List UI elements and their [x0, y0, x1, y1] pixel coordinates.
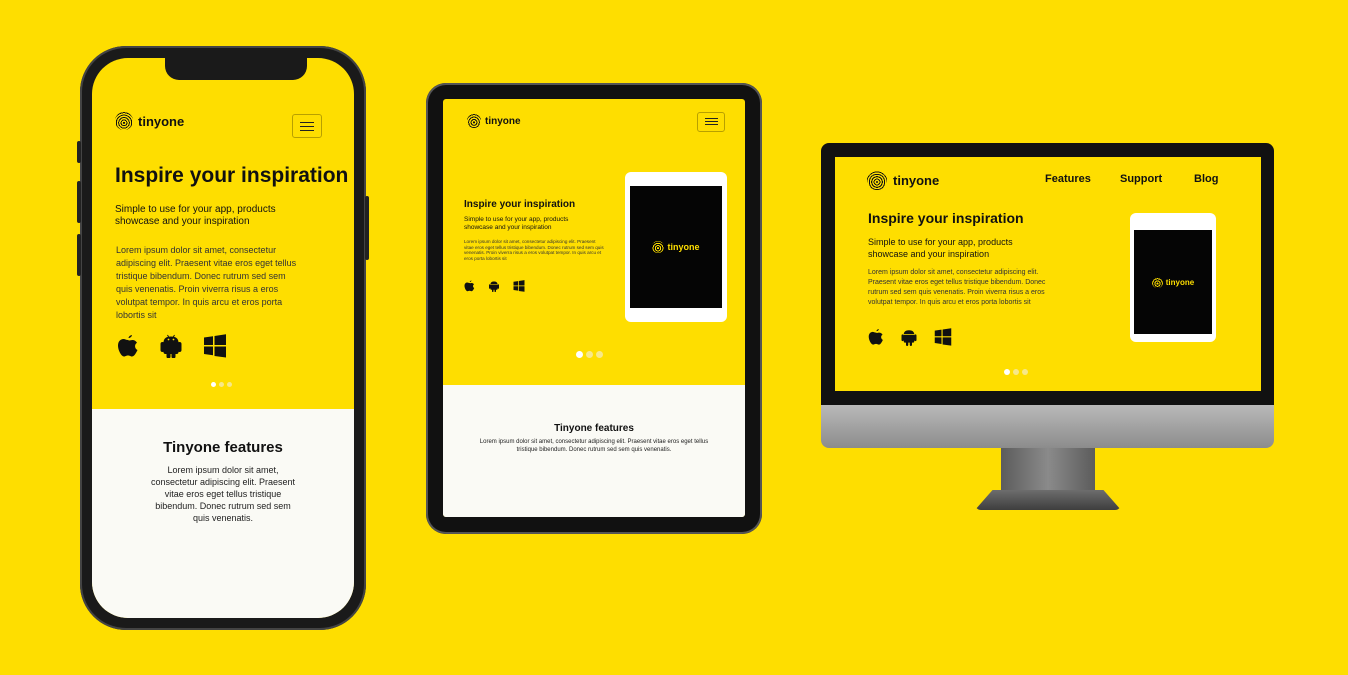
brand-name: tinyone — [138, 113, 185, 129]
carousel-dot[interactable] — [219, 382, 224, 387]
carousel-dot[interactable] — [596, 351, 603, 358]
phone-mockup: tinyone Inspire your inspiration Simple … — [77, 46, 369, 630]
phone-volume-down — [77, 234, 81, 276]
monitor-stand-neck — [1001, 448, 1095, 496]
brand-name: tinyone — [485, 115, 521, 127]
monitor-stand-base — [975, 490, 1121, 510]
fingerprint-icon — [867, 170, 887, 190]
hero-subtitle-line1: Simple to use for your app, products — [464, 216, 569, 223]
carousel-dots — [211, 382, 232, 387]
brand-name: tinyone — [893, 172, 940, 188]
features-title: Tinyone features — [554, 423, 634, 434]
phone-mute-switch — [77, 141, 81, 163]
hero-subtitle: Simple to use for your app, products sho… — [464, 216, 604, 232]
carousel-dot[interactable] — [227, 382, 232, 387]
apple-icon[interactable] — [464, 280, 475, 292]
phone-power-button — [365, 196, 369, 260]
features-section: Tinyone features Lorem ipsum dolor sit a… — [443, 385, 745, 517]
phone-screen: tinyone Inspire your inspiration Simple … — [92, 58, 354, 618]
fingerprint-icon — [467, 114, 481, 128]
platform-icons — [117, 334, 227, 358]
carousel-dot[interactable] — [586, 351, 593, 358]
brand-logo[interactable]: tinyone — [467, 114, 521, 128]
windows-icon[interactable] — [203, 334, 227, 358]
windows-icon[interactable] — [513, 280, 525, 292]
brand-logo[interactable]: tinyone — [867, 170, 939, 190]
device-preview-screen: tinyone — [630, 186, 722, 308]
device-preview: tinyone — [1130, 213, 1216, 342]
tablet-mockup: tinyone Inspire your inspiration Simple … — [426, 83, 762, 534]
hero-subtitle-line2: showcase and your inspiration — [115, 216, 250, 227]
brand-name: tinyone — [667, 242, 700, 252]
monitor-chin — [821, 405, 1274, 448]
carousel-dot[interactable] — [1022, 369, 1028, 375]
brand-logo[interactable]: tinyone — [115, 112, 184, 130]
carousel-dots — [1004, 369, 1028, 375]
hamburger-menu-button[interactable] — [697, 112, 725, 132]
features-body: Lorem ipsum dolor sit amet, consectetur … — [150, 465, 296, 523]
carousel-dot[interactable] — [1013, 369, 1019, 375]
apple-icon[interactable] — [868, 328, 884, 346]
nav-link-support[interactable]: Support — [1120, 173, 1162, 185]
carousel-dots — [576, 351, 603, 358]
features-body: Lorem ipsum dolor sit amet, consectetur … — [479, 439, 709, 453]
fingerprint-icon — [115, 112, 133, 130]
carousel-dot[interactable] — [576, 351, 583, 358]
device-preview-screen: tinyone — [1134, 230, 1212, 334]
hero-title: Inspire your inspiration — [115, 164, 349, 187]
hero-body: Lorem ipsum dolor sit amet, consectetur … — [868, 269, 1046, 306]
desktop-monitor-mockup: tinyone Features Support Blog Inspire yo… — [821, 143, 1274, 448]
brand-name: tinyone — [1165, 277, 1195, 287]
features-section: Tinyone features Lorem ipsum dolor sit a… — [92, 409, 354, 618]
windows-icon[interactable] — [934, 328, 952, 346]
features-title: Tinyone features — [163, 439, 283, 456]
hero-subtitle: Simple to use for your app, products sho… — [115, 204, 335, 228]
monitor-screen: tinyone Features Support Blog Inspire yo… — [835, 157, 1261, 391]
hero-subtitle-line2: showcase and your inspiration — [868, 249, 990, 259]
tablet-screen: tinyone Inspire your inspiration Simple … — [443, 99, 745, 517]
android-icon[interactable] — [159, 334, 183, 358]
hero-title: Inspire your inspiration — [464, 199, 576, 210]
platform-icons — [868, 328, 952, 346]
android-icon[interactable] — [900, 328, 918, 346]
hero-subtitle-line1: Simple to use for your app, products — [115, 204, 276, 215]
hero-subtitle-line1: Simple to use for your app, products — [868, 237, 1013, 247]
device-preview: tinyone — [625, 172, 727, 322]
fingerprint-icon — [652, 241, 665, 253]
hero-body: Lorem ipsum dolor sit amet, consectetur … — [116, 245, 297, 320]
hero-body: Lorem ipsum dolor sit amet, consectetur … — [464, 239, 604, 261]
phone-notch — [165, 58, 307, 80]
android-icon[interactable] — [488, 280, 500, 292]
apple-icon[interactable] — [117, 334, 139, 358]
hero-subtitle: Simple to use for your app, products sho… — [868, 236, 1068, 260]
carousel-dot[interactable] — [1004, 369, 1010, 375]
hero-title: Inspire your inspiration — [868, 210, 1024, 226]
nav-link-features[interactable]: Features — [1045, 173, 1091, 185]
carousel-dot[interactable] — [211, 382, 216, 387]
phone-volume-up — [77, 181, 81, 223]
platform-icons — [464, 280, 525, 292]
hero-subtitle-line2: showcase and your inspiration — [464, 224, 552, 231]
hamburger-menu-button[interactable] — [292, 114, 322, 138]
fingerprint-icon — [1151, 276, 1163, 288]
nav-link-blog[interactable]: Blog — [1194, 173, 1218, 185]
